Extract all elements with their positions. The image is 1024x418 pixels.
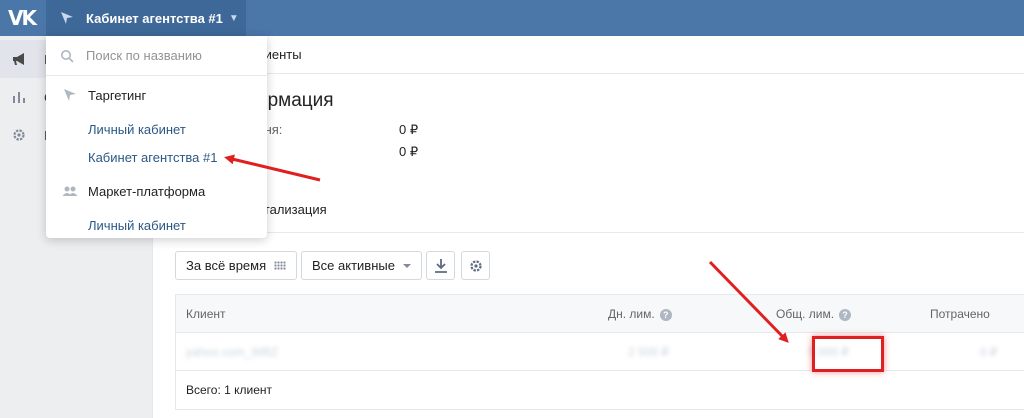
gear-icon xyxy=(469,259,482,272)
column-day-limit-label: Дн. лим. xyxy=(608,307,655,321)
account-switcher[interactable]: Кабинет агентства #1 ▼ xyxy=(46,0,246,36)
chevron-down-icon xyxy=(402,263,411,268)
column-day-limit[interactable]: Дн. лим.? xyxy=(608,307,672,321)
account-title: Кабинет агентства #1 xyxy=(86,10,223,26)
download-icon xyxy=(434,258,447,273)
settings-button[interactable] xyxy=(461,251,490,280)
client-name[interactable]: yahoo.com_WBZ xyxy=(186,345,278,359)
nav-item-campaigns[interactable]: I xyxy=(0,40,48,78)
stats-icon xyxy=(13,92,25,103)
table-header: Клиент Дн. лим.? Общ. лим.? Потрачено xyxy=(176,295,1024,333)
table-row[interactable]: yahoo.com_WBZ 2 500 ₽ 5 000 ₽ 0 ₽ xyxy=(176,333,1024,372)
column-client[interactable]: Клиент xyxy=(186,307,226,321)
gear-icon xyxy=(13,129,25,141)
dropdown-search xyxy=(46,36,267,76)
megaphone-icon xyxy=(13,53,24,65)
period-select-button[interactable]: За всё время xyxy=(175,251,298,280)
search-icon xyxy=(61,49,74,63)
search-input[interactable] xyxy=(86,48,246,63)
info-value-total: 0 ₽ xyxy=(399,144,419,159)
target-flag-icon xyxy=(64,89,76,101)
clients-table: Клиент Дн. лим.? Общ. лим.? Потрачено ya… xyxy=(175,294,1024,410)
users-icon xyxy=(62,186,78,196)
info-value-day: 0 ₽ xyxy=(399,122,419,137)
account-dropdown: Таргетинг Личный кабинет Кабинет агентст… xyxy=(46,36,267,238)
tab-details[interactable]: етализация xyxy=(257,202,327,217)
status-label: Все активные xyxy=(312,258,395,273)
account-link-personal[interactable]: Личный кабинет xyxy=(88,122,186,137)
column-total-limit[interactable]: Общ. лим.? xyxy=(776,307,852,321)
period-label: За всё время xyxy=(186,258,267,273)
spent-value: 0 ₽ xyxy=(980,345,998,359)
highlight-box xyxy=(812,336,884,372)
main-panel: лиенты ормация дня: 0 ₽ а: 0 ₽ етализаци… xyxy=(152,36,1024,418)
left-nav: I C I xyxy=(0,36,53,418)
calendar-grid-icon xyxy=(274,261,287,270)
total-count: Всего: 1 клиент xyxy=(186,383,273,397)
section-targeting: Таргетинг xyxy=(46,80,267,110)
account-link-market-personal[interactable]: Личный кабинет xyxy=(88,218,186,233)
section-title: Маркет-платформа xyxy=(88,183,206,199)
tabs-bar: лиенты xyxy=(153,36,1024,74)
vk-logo[interactable]: VK xyxy=(8,6,38,30)
section-market: Маркет-платформа xyxy=(46,176,267,206)
help-icon[interactable]: ? xyxy=(839,309,852,321)
chevron-down-icon: ▼ xyxy=(228,12,239,24)
status-filter-select[interactable]: Все активные xyxy=(301,251,422,280)
divider xyxy=(153,232,1024,233)
info-title: ормация xyxy=(257,90,334,111)
account-link-agency[interactable]: Кабинет агентства #1 xyxy=(88,150,217,165)
day-limit-value: 2 500 ₽ xyxy=(628,345,669,359)
target-flag-icon xyxy=(61,12,73,24)
section-title: Таргетинг xyxy=(88,87,147,103)
table-footer: Всего: 1 клиент xyxy=(176,371,1024,409)
column-spent[interactable]: Потрачено xyxy=(930,307,990,321)
nav-item-settings[interactable]: I xyxy=(0,116,48,154)
column-total-limit-label: Общ. лим. xyxy=(776,307,835,321)
nav-item-stats[interactable]: C xyxy=(0,78,53,116)
download-button[interactable] xyxy=(426,251,455,280)
help-icon[interactable]: ? xyxy=(659,309,672,321)
top-bar: VK Кабинет агентства #1 ▼ xyxy=(0,0,1024,36)
